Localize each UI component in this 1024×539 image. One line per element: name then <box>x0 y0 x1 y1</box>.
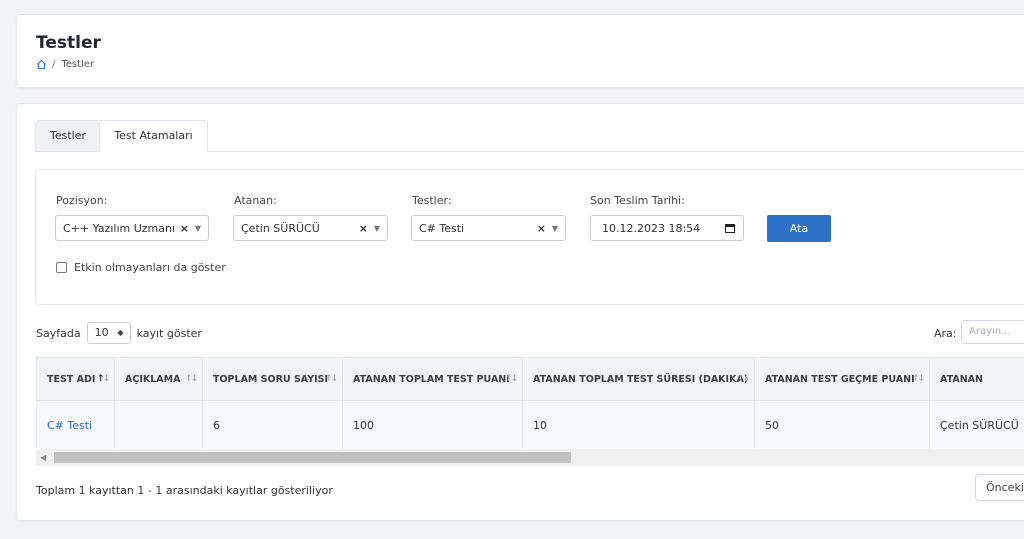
table-row: C# Testi 6 100 10 50 Çetin SÜRÜCÜ <box>36 400 1024 450</box>
column-header[interactable]: ATANAN TEST GEÇME PUANI ↑↓ <box>754 357 930 401</box>
pozisyon-clear-icon[interactable]: × <box>180 216 189 242</box>
pozisyon-label: Pozisyon: <box>56 194 108 207</box>
column-header[interactable]: TOPLAM SORU SAYISI ↑↓ <box>202 357 343 401</box>
atanan-clear-icon[interactable]: × <box>359 216 368 242</box>
tab-bar: Testler Test Atamaları <box>35 120 1024 152</box>
pozisyon-value: C++ Yazılım Uzmanı <box>63 222 176 235</box>
page-header: Testler / Testler <box>16 14 1024 88</box>
atanan-value: Çetin SÜRÜCÜ <box>241 222 320 235</box>
updown-icon: ◆ <box>117 328 124 337</box>
scrollbar-thumb[interactable] <box>54 452 571 463</box>
table-info: Toplam 1 kayıttan 1 - 1 arasındaki kayıt… <box>36 484 333 497</box>
page-length-value: 10 <box>94 326 109 339</box>
breadcrumb-current: Testler <box>61 59 95 70</box>
scroll-left-icon[interactable]: ◀ <box>40 453 46 462</box>
testler-label: Testler: <box>412 194 452 207</box>
show-inactive-label[interactable]: Etkin olmayanları da göster <box>74 261 226 274</box>
chevron-down-icon: ▼ <box>373 224 380 233</box>
length-suffix: kayıt göster <box>136 326 202 340</box>
page-length-control: Sayfada 10 ◆ kayıt göster <box>36 322 202 344</box>
testler-clear-icon[interactable]: × <box>537 216 546 242</box>
table-cell: 50 <box>754 400 930 450</box>
sort-icon: ↑↓ <box>911 374 925 384</box>
tab-testler[interactable]: Testler <box>35 120 101 151</box>
test-link[interactable]: C# Testi <box>47 419 92 432</box>
column-header[interactable]: ATANAN TOPLAM TEST SÜRESI (DAKIKA) ↑↓ <box>522 357 755 401</box>
table-cell <box>114 400 203 450</box>
horizontal-scrollbar[interactable]: ◀ <box>36 449 1024 466</box>
atanan-label: Atanan: <box>234 194 277 207</box>
tests-table: TEST ADI ↑↓ AÇIKLAMA ↑↓ TOPLAM SORU SAYISI… <box>36 357 1024 450</box>
column-header[interactable]: ATANAN↑↓ <box>929 357 1024 401</box>
breadcrumb: / Testler <box>36 59 94 70</box>
table-header-row: TEST ADI ↑↓ AÇIKLAMA ↑↓ TOPLAM SORU SAYISI… <box>36 357 1024 401</box>
table-cell: 6 <box>202 400 343 450</box>
chevron-down-icon: ▼ <box>194 224 201 233</box>
inactive-toggle-row: Etkin olmayanları da göster <box>56 261 226 274</box>
son-teslim-label: Son Teslim Tarihi: <box>590 194 685 207</box>
previous-page-button[interactable]: Önceki <box>975 474 1024 501</box>
due-date-value: 10.12.2023 18:54 <box>602 222 701 235</box>
search-label: Ara: <box>934 327 957 340</box>
testler-select[interactable]: C# Testi × ▼ <box>411 215 566 241</box>
table-cell: 10 <box>522 400 755 450</box>
page-length-select[interactable]: 10 ◆ <box>86 322 131 344</box>
pozisyon-select[interactable]: C++ Yazılım Uzmanı × ▼ <box>55 215 209 241</box>
search-input[interactable]: Arayın... <box>961 320 1024 344</box>
column-header[interactable]: ATANAN TOPLAM TEST PUANI ↑↓ <box>342 357 523 401</box>
sort-icon: ↑↓ <box>324 374 338 384</box>
tab-test-atamalari[interactable]: Test Atamaları <box>99 120 208 152</box>
chevron-down-icon: ▼ <box>551 224 558 233</box>
breadcrumb-separator: / <box>52 59 56 70</box>
sort-icon: ↑↓ <box>184 374 198 384</box>
column-header[interactable]: TEST ADI ↑↓ <box>36 357 115 401</box>
assignment-filter-panel: Pozisyon: C++ Yazılım Uzmanı × ▼ Atanan:… <box>35 169 1024 305</box>
testler-value: C# Testi <box>419 222 465 235</box>
sort-icon: ↑↓ <box>736 374 750 384</box>
due-date-input[interactable]: 10.12.2023 18:54 <box>590 215 744 241</box>
show-inactive-checkbox[interactable] <box>56 262 67 273</box>
main-card: Testler Test Atamaları Pozisyon: C++ Yaz… <box>16 103 1024 521</box>
calendar-icon[interactable] <box>725 223 735 233</box>
table-cell: 100 <box>342 400 523 450</box>
home-icon[interactable] <box>36 59 47 70</box>
atanan-select[interactable]: Çetin SÜRÜCÜ × ▼ <box>233 215 388 241</box>
table-cell: C# Testi <box>36 400 115 450</box>
sort-icon: ↑↓ <box>504 374 518 384</box>
page-title: Testler <box>36 33 101 53</box>
length-prefix: Sayfada <box>36 326 81 340</box>
column-header[interactable]: AÇIKLAMA ↑↓ <box>114 357 203 401</box>
assign-button[interactable]: Ata <box>767 215 831 242</box>
sort-icon: ↑↓ <box>96 374 110 384</box>
table-cell: Çetin SÜRÜCÜ <box>929 400 1024 450</box>
